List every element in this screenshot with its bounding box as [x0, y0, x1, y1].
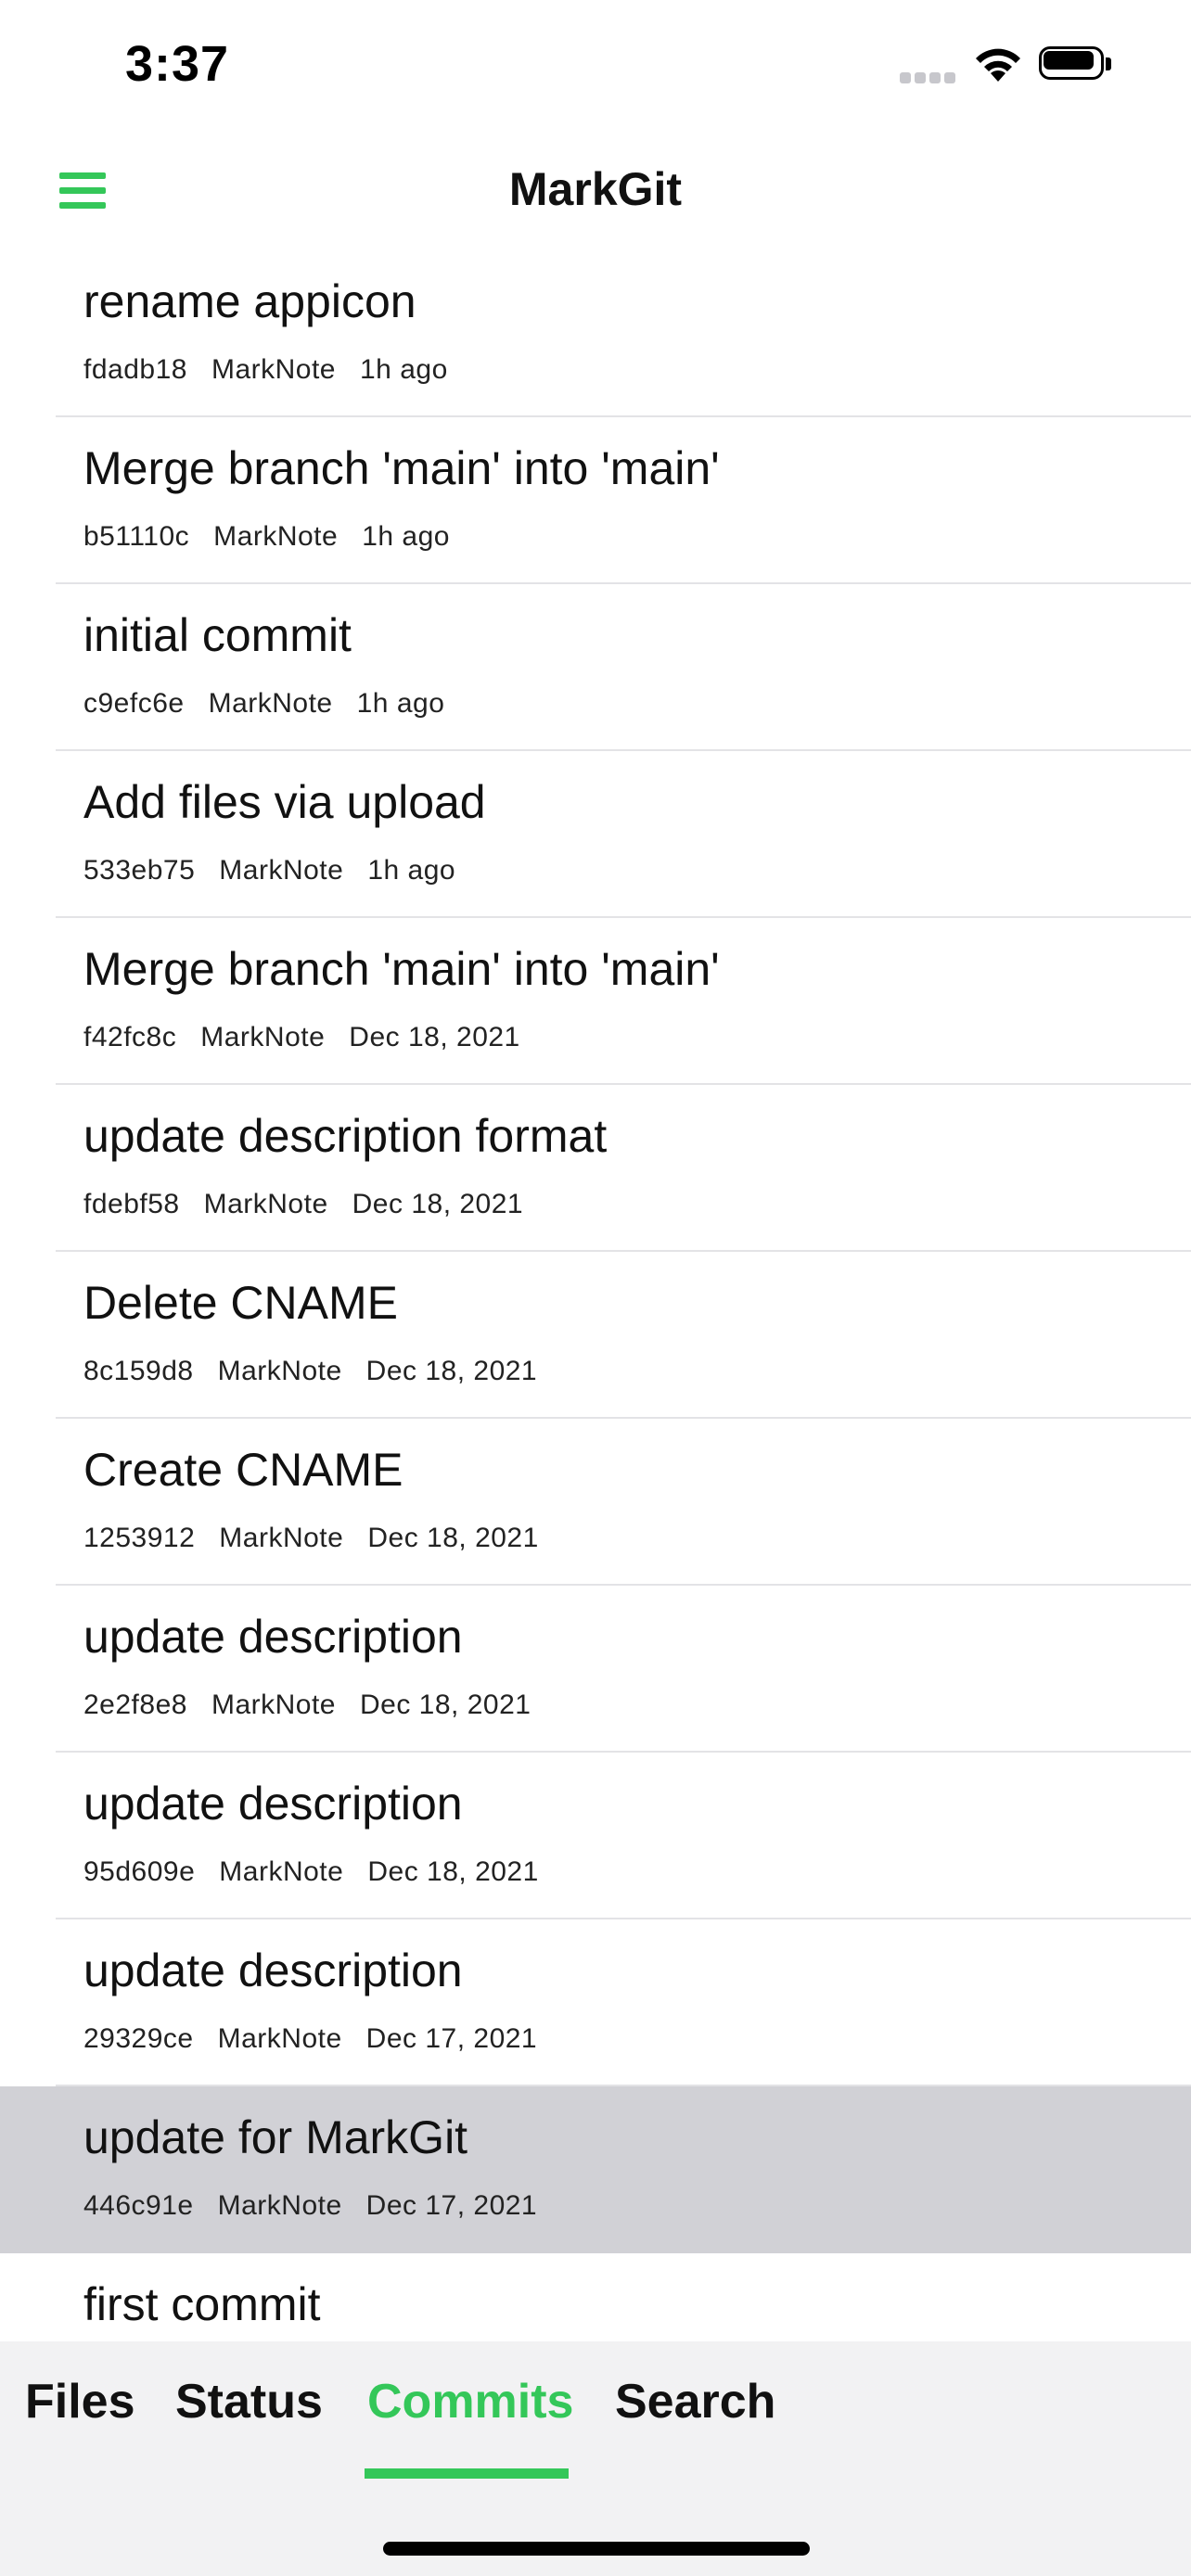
commit-author: MarkNote: [217, 1356, 342, 1386]
commit-meta: f42fc8c MarkNote Dec 18, 2021: [83, 1022, 544, 1053]
commit-time: Dec 18, 2021: [367, 1856, 539, 1887]
tab-status[interactable]: Status: [175, 2374, 323, 2429]
commit-message: update description: [83, 1945, 463, 1996]
commit-author: MarkNote: [219, 1856, 344, 1887]
commit-hash: 533eb75: [83, 855, 196, 886]
commit-message: Merge branch 'main' into 'main': [83, 442, 720, 494]
commit-author: MarkNote: [211, 354, 336, 385]
commit-message: rename appicon: [83, 275, 416, 327]
commit-meta: 1253912 MarkNote Dec 18, 2021: [83, 1523, 563, 1554]
commit-meta: 29329ce MarkNote Dec 17, 2021: [83, 2023, 561, 2055]
commit-row[interactable]: Delete CNAME 8c159d8 MarkNote Dec 18, 2021: [0, 1252, 1191, 1419]
commit-hash: fdebf58: [83, 1189, 180, 1219]
commit-message: update for MarkGit: [83, 2111, 468, 2163]
commit-time: Dec 17, 2021: [365, 2023, 538, 2054]
commit-hash: fdadb18: [83, 354, 187, 385]
commit-hash: 95d609e: [83, 1856, 196, 1887]
commit-row[interactable]: update description 2e2f8e8 MarkNote Dec 18,…: [0, 1586, 1191, 1753]
active-tab-indicator: [365, 2468, 569, 2479]
battery-icon: [1039, 46, 1113, 83]
commit-author: MarkNote: [219, 855, 344, 886]
commit-meta: fdadb18 MarkNote 1h ago: [83, 354, 472, 386]
commit-meta: c9efc6e MarkNote 1h ago: [83, 688, 468, 720]
tab-files[interactable]: Files: [25, 2374, 135, 2429]
commit-time: Dec 18, 2021: [365, 1356, 538, 1386]
commit-hash: f42fc8c: [83, 1022, 177, 1052]
commit-time: Dec 18, 2021: [360, 1690, 531, 1720]
commit-message: Delete CNAME: [83, 1277, 398, 1329]
home-indicator: [383, 2542, 810, 2556]
commit-hash: 1253912: [83, 1523, 196, 1553]
commit-hash: 2e2f8e8: [83, 1690, 187, 1720]
commit-time: Dec 18, 2021: [352, 1189, 524, 1219]
commit-hash: 446c91e: [83, 2190, 194, 2221]
commit-meta: 446c91e MarkNote Dec 17, 2021: [83, 2190, 561, 2222]
commit-time: Dec 17, 2021: [365, 2190, 538, 2221]
commit-message: Create CNAME: [83, 1444, 403, 1496]
commit-time: 1h ago: [360, 354, 448, 385]
commit-list[interactable]: rename appicon fdadb18 MarkNote 1h ago Merge…: [0, 250, 1191, 2341]
commit-meta: b51110c MarkNote 1h ago: [83, 521, 474, 553]
tab-commits[interactable]: Commits: [367, 2374, 573, 2429]
navigation-bar: MarkGit: [0, 139, 1191, 250]
commit-hash: 29329ce: [83, 2023, 194, 2054]
commit-meta: 95d609e MarkNote Dec 18, 2021: [83, 1856, 563, 1888]
app-screen: 3:37 MarkGit rename appicon fdadb18 MarkNo…: [0, 0, 1191, 2576]
page-title: MarkGit: [508, 163, 683, 215]
commit-row[interactable]: initial commit c9efc6e MarkNote 1h ago: [0, 584, 1191, 751]
commit-message: update description: [83, 1611, 463, 1663]
status-bar: 3:37: [0, 0, 1191, 130]
cellular-signal-icon: [900, 72, 957, 85]
commit-hash: c9efc6e: [83, 688, 185, 719]
commit-meta: 2e2f8e8 MarkNote Dec 18, 2021: [83, 1690, 555, 1721]
commit-row[interactable]: rename appicon fdadb18 MarkNote 1h ago: [0, 250, 1191, 417]
commit-row[interactable]: update description format fdebf58 MarkNote…: [0, 1085, 1191, 1252]
commit-author: MarkNote: [203, 1189, 328, 1219]
commit-author: MarkNote: [217, 2023, 342, 2054]
commit-row[interactable]: Merge branch 'main' into 'main' f42fc8c Ma…: [0, 918, 1191, 1085]
status-time: 3:37: [125, 36, 230, 92]
commit-meta: 8c159d8 MarkNote Dec 18, 2021: [83, 1356, 561, 1387]
commit-message: initial commit: [83, 609, 352, 661]
commit-message: Add files via upload: [83, 776, 486, 828]
commit-message: update description format: [83, 1110, 608, 1162]
commit-meta: fdebf58 MarkNote Dec 18, 2021: [83, 1189, 547, 1220]
commit-author: MarkNote: [213, 521, 339, 552]
commit-hash: b51110c: [83, 521, 190, 552]
commit-author: MarkNote: [219, 1523, 344, 1553]
commit-time: 1h ago: [362, 521, 450, 552]
commit-time: Dec 18, 2021: [349, 1022, 520, 1052]
commit-row[interactable]: update for MarkGit 446c91e MarkNote Dec 17,…: [0, 2086, 1191, 2253]
commit-author: MarkNote: [211, 1690, 336, 1720]
commit-row[interactable]: Add files via upload 533eb75 MarkNote 1h ag…: [0, 751, 1191, 918]
commit-hash: 8c159d8: [83, 1356, 194, 1386]
commit-row[interactable]: first commit: [0, 2253, 1191, 2341]
commit-message: update description: [83, 1778, 463, 1830]
tab-search[interactable]: Search: [615, 2374, 775, 2429]
commit-row[interactable]: Merge branch 'main' into 'main' b51110c Ma…: [0, 417, 1191, 584]
commit-row[interactable]: update description 29329ce MarkNote Dec 17,…: [0, 1919, 1191, 2086]
commit-author: MarkNote: [200, 1022, 326, 1052]
commit-author: MarkNote: [208, 688, 333, 719]
commit-time: 1h ago: [356, 688, 445, 719]
commit-meta: 533eb75 MarkNote 1h ago: [83, 855, 480, 886]
commit-row[interactable]: Create CNAME 1253912 MarkNote Dec 18, 2021: [0, 1419, 1191, 1586]
commit-message: Merge branch 'main' into 'main': [83, 943, 720, 995]
commit-time: 1h ago: [367, 855, 456, 886]
commit-row[interactable]: update description 95d609e MarkNote Dec 18,…: [0, 1753, 1191, 1919]
bottom-tab-bar: Files Status Commits Search: [0, 2341, 1191, 2576]
commit-message: first commit: [83, 2278, 321, 2330]
commit-time: Dec 18, 2021: [367, 1523, 539, 1553]
wifi-icon: [972, 45, 1024, 83]
commit-author: MarkNote: [217, 2190, 342, 2221]
